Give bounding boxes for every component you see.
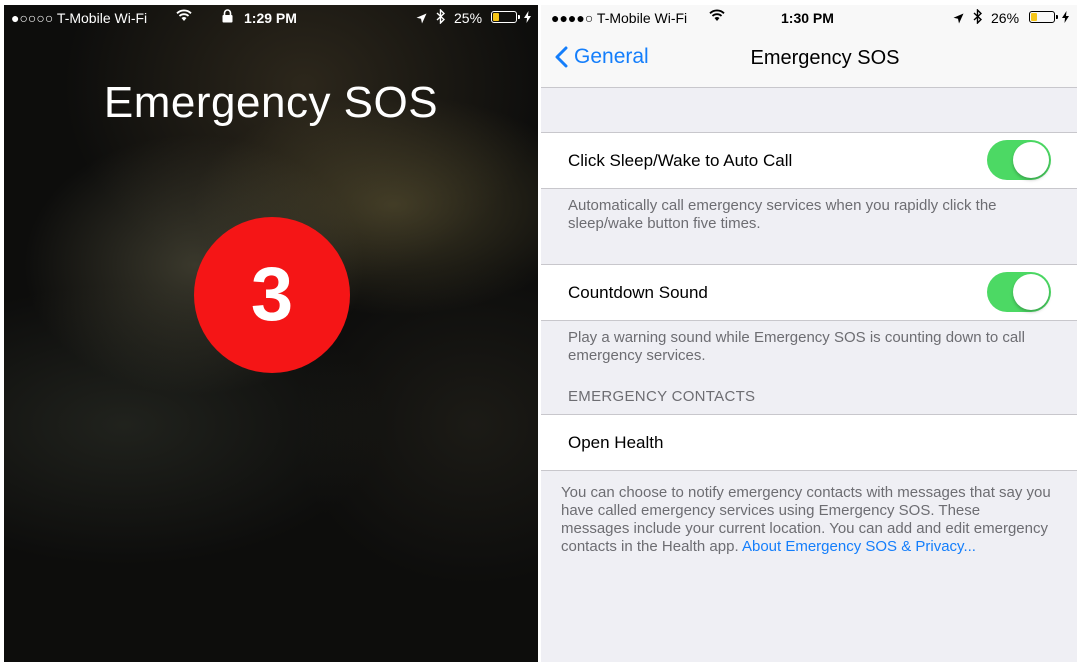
battery-icon: [1029, 11, 1058, 23]
charging-bolt-icon: [1062, 10, 1069, 26]
emergency-contacts-header: EMERGENCY CONTACTS: [568, 388, 756, 405]
lock-icon: [222, 9, 233, 26]
battery-level: [493, 13, 499, 21]
countdown-sound-label: Countdown Sound: [568, 283, 708, 302]
contacts-footer: You can choose to notify emergency conta…: [561, 484, 1051, 556]
auto-call-row[interactable]: Click Sleep/Wake to Auto Call: [541, 132, 1077, 189]
location-arrow-icon: [953, 11, 964, 27]
status-bar: ●●●●○ T-Mobile Wi-Fi 1:30 PM 26%: [541, 5, 1077, 31]
wifi-icon: [709, 9, 725, 25]
toggle-knob: [1013, 142, 1049, 178]
battery-percent: 26%: [991, 10, 1020, 26]
auto-call-label: Click Sleep/Wake to Auto Call: [568, 151, 793, 170]
location-arrow-icon: [416, 11, 427, 27]
countdown-sound-toggle[interactable]: [987, 272, 1051, 312]
carrier-label: ●●●●○ T-Mobile Wi-Fi: [551, 10, 688, 26]
countdown-circle[interactable]: 3: [194, 217, 350, 373]
wifi-icon: [176, 9, 192, 25]
auto-call-toggle[interactable]: [987, 140, 1051, 180]
charging-bolt-icon: [524, 10, 531, 26]
emergency-sos-settings-screen: ●●●●○ T-Mobile Wi-Fi 1:30 PM 26% General…: [541, 5, 1077, 662]
page-title: Emergency SOS: [750, 47, 900, 69]
navigation-bar: General Emergency SOS: [541, 31, 1077, 88]
open-health-link[interactable]: Open Health: [568, 433, 663, 453]
open-health-row[interactable]: Open Health: [541, 414, 1077, 471]
privacy-link[interactable]: About Emergency SOS & Privacy...: [742, 538, 976, 555]
bluetooth-icon: [973, 8, 983, 27]
sos-title: Emergency SOS: [103, 78, 439, 127]
battery-percent: 25%: [454, 10, 483, 26]
battery-level: [1031, 13, 1037, 21]
countdown-sound-row[interactable]: Countdown Sound: [541, 264, 1077, 321]
status-time: 1:30 PM: [781, 10, 834, 26]
toggle-knob: [1013, 274, 1049, 310]
status-bar: ●○○○○ T-Mobile Wi-Fi 1:29 PM 25%: [4, 5, 538, 31]
bluetooth-icon: [436, 8, 446, 27]
sos-countdown-screen: ●○○○○ T-Mobile Wi-Fi 1:29 PM 25% Emergen…: [4, 5, 538, 662]
countdown-sound-footer: Play a warning sound while Emergency SOS…: [568, 329, 1025, 364]
battery-icon: [491, 11, 520, 23]
auto-call-footer: Automatically call emergency services wh…: [568, 197, 997, 232]
status-time: 1:29 PM: [244, 10, 297, 26]
carrier-label: ●○○○○ T-Mobile Wi-Fi: [11, 10, 148, 26]
